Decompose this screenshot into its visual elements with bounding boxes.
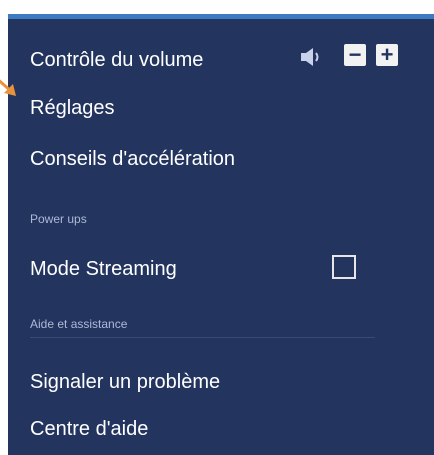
- help-section-divider: [30, 337, 375, 338]
- report-problem-item[interactable]: Signaler un problème: [30, 370, 220, 394]
- volume-up-button[interactable]: +: [376, 44, 398, 66]
- streaming-mode-label[interactable]: Mode Streaming: [30, 257, 177, 281]
- help-section-header: Aide et assistance: [30, 317, 128, 331]
- acceleration-tips-item[interactable]: Conseils d'accélération: [30, 147, 235, 171]
- arrow-pointer-icon: [0, 79, 16, 96]
- speaker-icon[interactable]: [298, 45, 324, 69]
- volume-control-label: Contrôle du volume: [30, 49, 204, 71]
- help-center-item[interactable]: Centre d'aide: [30, 417, 148, 441]
- streaming-mode-checkbox[interactable]: [332, 255, 356, 279]
- settings-item[interactable]: Réglages: [30, 96, 115, 120]
- volume-down-button[interactable]: −: [344, 44, 366, 66]
- settings-menu: Contrôle du volume − + Réglages Conseils…: [8, 14, 434, 455]
- powerups-section-header: Power ups: [30, 212, 87, 226]
